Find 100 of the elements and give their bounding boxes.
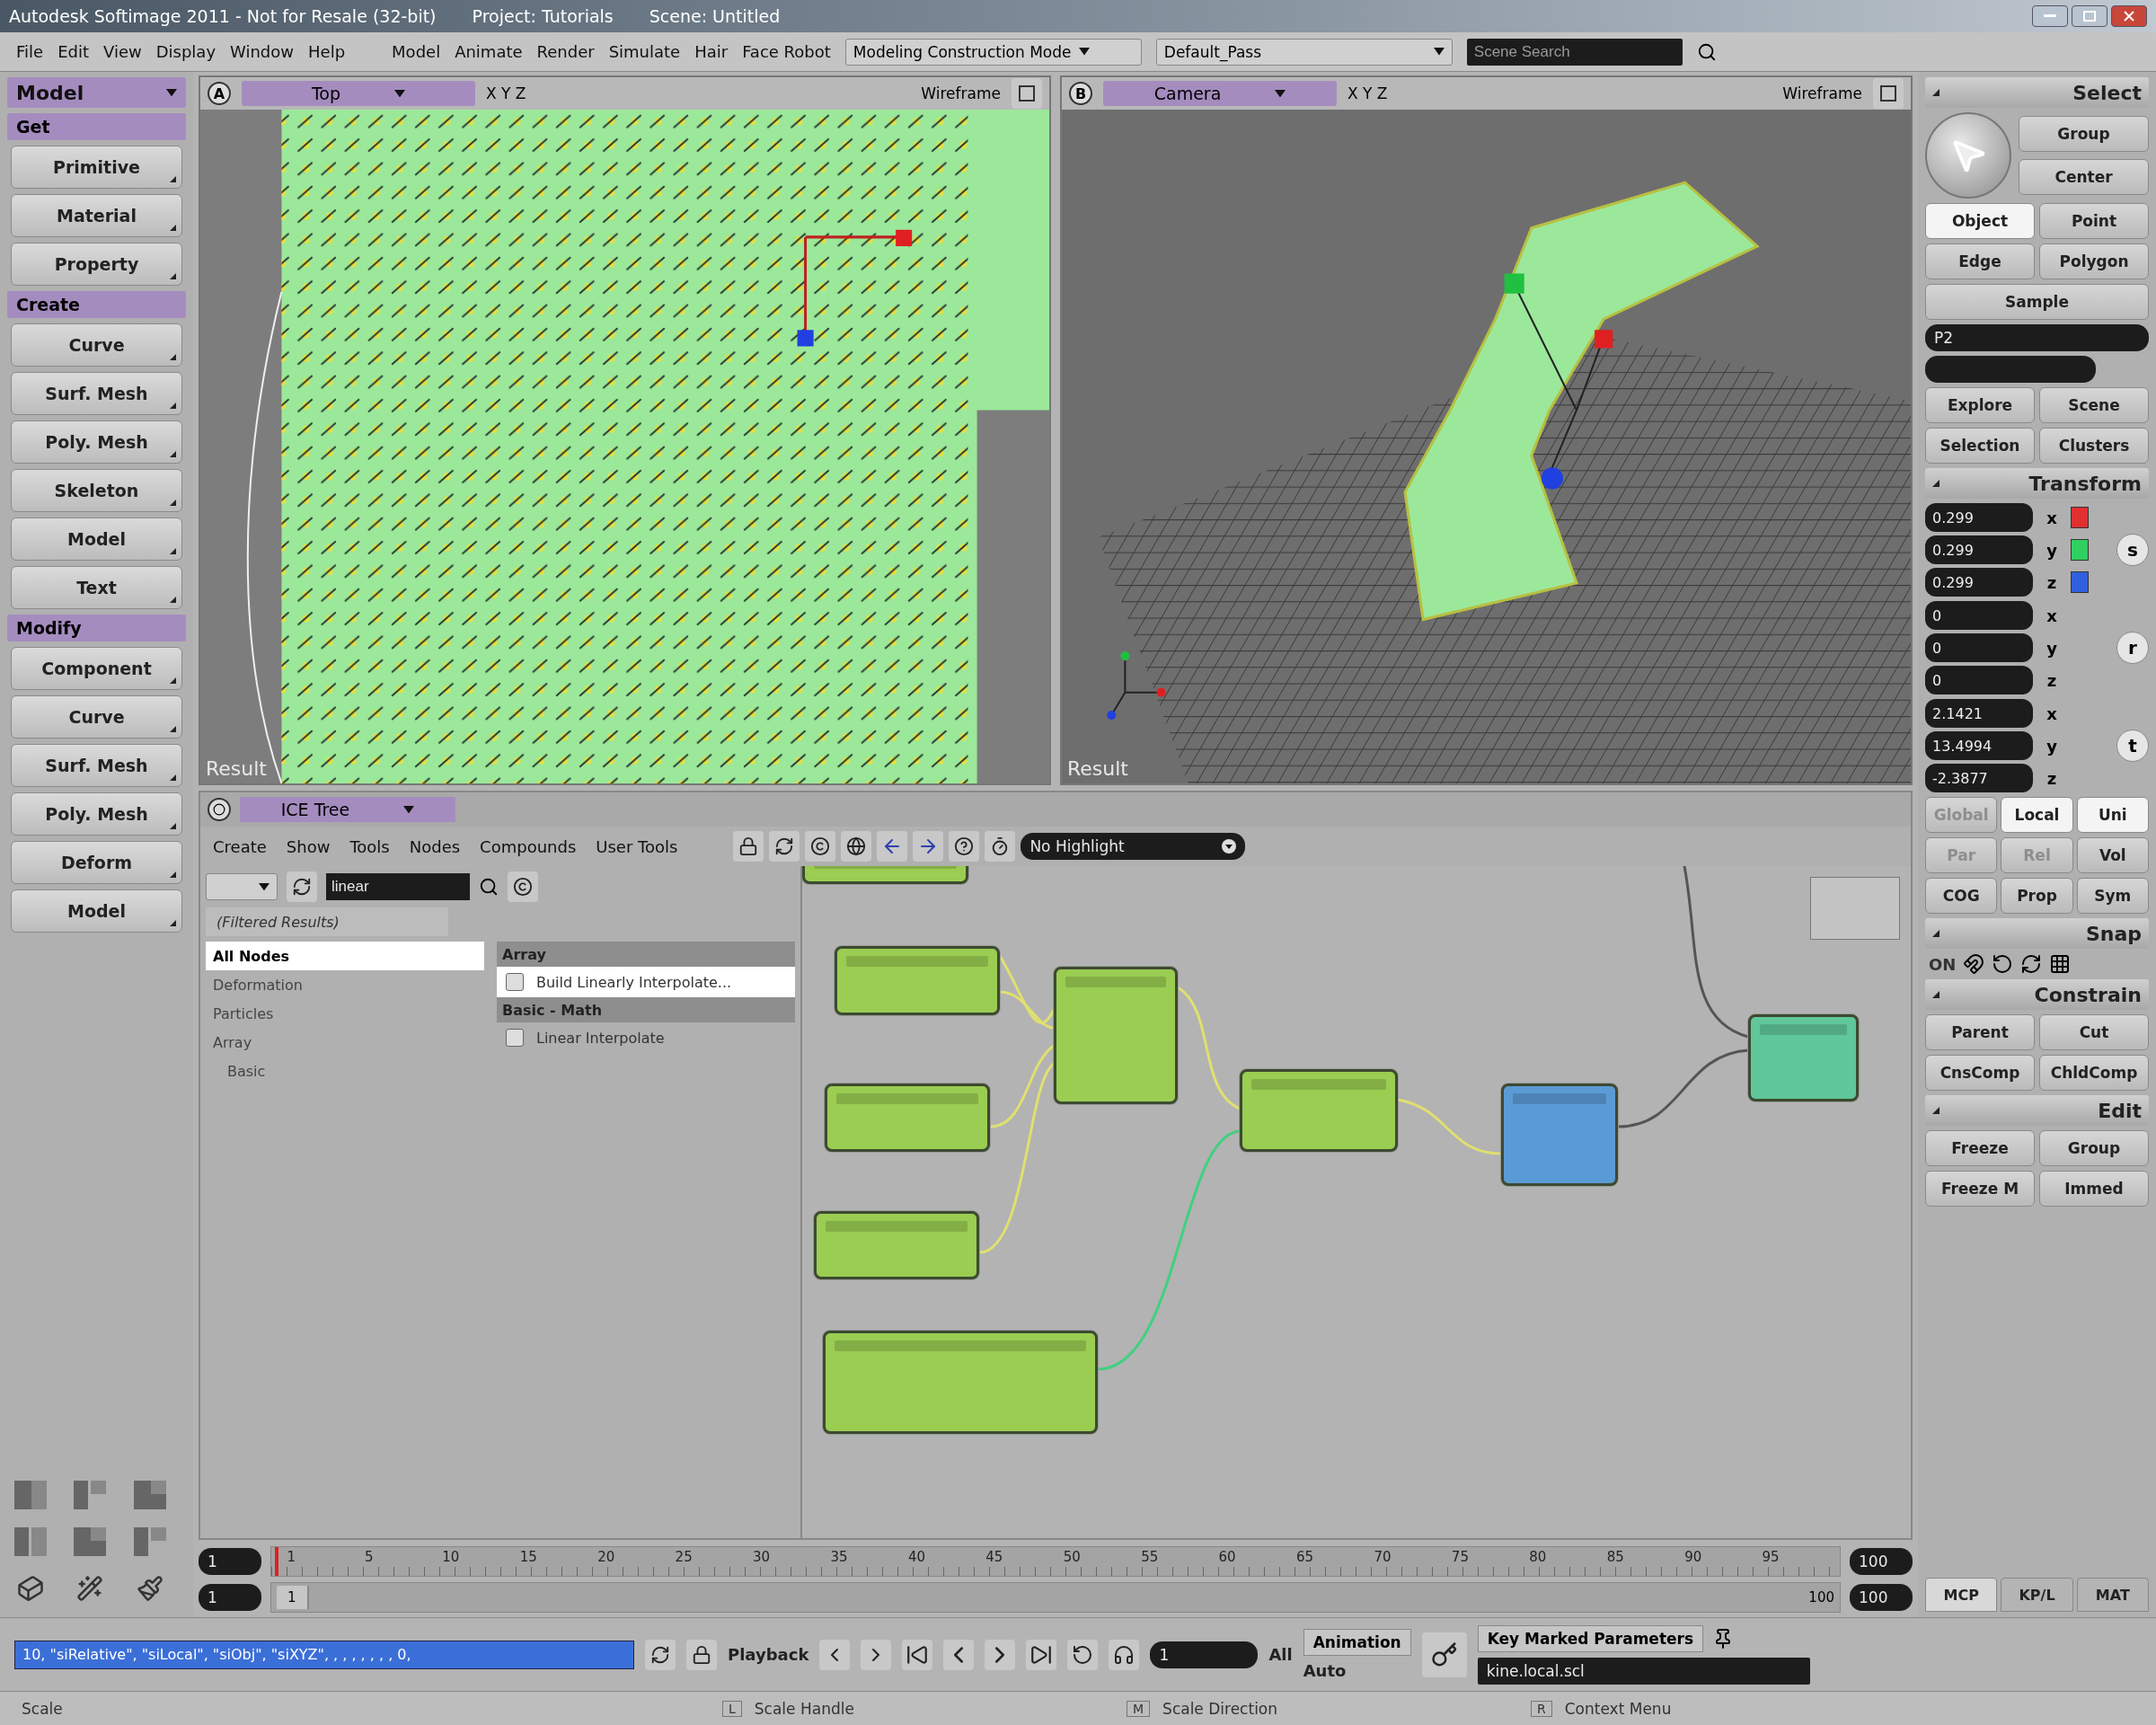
panel-button[interactable]: CnsComp: [1925, 1055, 2035, 1091]
maximize-button[interactable]: [2072, 5, 2107, 27]
caret-icon[interactable]: [1275, 89, 1286, 98]
menu-item[interactable]: Edit: [57, 42, 89, 61]
tool-button[interactable]: Poly. Mesh: [11, 420, 182, 464]
module-dropdown[interactable]: Model: [7, 77, 186, 108]
range-start-field[interactable]: 1: [199, 1584, 261, 1611]
category-item[interactable]: Deformation: [206, 970, 484, 999]
rotate-icon[interactable]: [1992, 953, 2014, 975]
menu-item[interactable]: Hair: [694, 42, 729, 61]
axis-label[interactable]: y: [2038, 733, 2065, 758]
refresh-icon[interactable]: [287, 871, 317, 902]
panel-button[interactable]: Center: [2019, 159, 2149, 195]
caret-icon[interactable]: [259, 882, 270, 891]
panel-button[interactable]: Explore: [1925, 387, 2035, 423]
category-item[interactable]: Array: [206, 1028, 484, 1057]
menu-item[interactable]: Help: [308, 42, 346, 61]
copyright-icon[interactable]: [508, 871, 538, 902]
menu-item[interactable]: Window: [230, 42, 295, 61]
pass-dropdown[interactable]: Default_Pass: [1155, 38, 1453, 66]
view-dropdown[interactable]: Camera: [1103, 81, 1337, 106]
panel-button[interactable]: Sym: [2076, 878, 2149, 914]
caret-icon[interactable]: [1078, 48, 1090, 56]
menu-item[interactable]: Face Robot: [742, 42, 831, 61]
axes-label[interactable]: X Y Z: [1348, 84, 1388, 102]
mode-button[interactable]: Uni: [2076, 797, 2149, 833]
menu-item[interactable]: Nodes: [409, 836, 461, 856]
panel-tab[interactable]: MCP: [1925, 1578, 1998, 1612]
graph-node[interactable]: [1748, 1014, 1859, 1101]
menu-item[interactable]: Render: [536, 42, 595, 61]
step-back-icon[interactable]: [819, 1639, 851, 1670]
panel-dropdown[interactable]: ICE Tree: [240, 797, 455, 822]
selection-name-field[interactable]: P2: [1925, 324, 2149, 351]
filter-field[interactable]: linear: [326, 873, 470, 900]
close-icon[interactable]: [2124, 11, 2134, 22]
menu-item[interactable]: Compounds: [480, 836, 577, 856]
value-field[interactable]: -2.3877: [1925, 764, 2033, 792]
tool-button[interactable]: Component: [11, 647, 182, 690]
filter-dropdown[interactable]: [206, 873, 278, 900]
range-end-field[interactable]: 100: [1850, 1584, 1913, 1611]
highlight-dropdown[interactable]: No Highlight: [1021, 833, 1246, 860]
graph-node[interactable]: [1054, 967, 1178, 1104]
filter-button[interactable]: Object: [1925, 203, 2035, 239]
key-marked-button[interactable]: Key Marked Parameters: [1477, 1624, 1704, 1652]
text-field[interactable]: [1925, 356, 2096, 383]
axis-label[interactable]: y: [2038, 537, 2065, 562]
node-list-item[interactable]: Build Linearly Interpolate...: [497, 967, 795, 997]
view-dropdown[interactable]: Top: [242, 81, 475, 106]
graph-node[interactable]: [814, 1211, 979, 1279]
value-field[interactable]: 13.4994: [1925, 731, 2033, 760]
panel-button[interactable]: Cut: [2039, 1014, 2149, 1050]
start-frame-field[interactable]: 1: [199, 1548, 261, 1575]
panel-button[interactable]: Clusters: [2039, 428, 2149, 464]
display-mode-label[interactable]: Wireframe: [921, 84, 1001, 102]
magnet-icon[interactable]: [1963, 953, 1985, 975]
grid-icon[interactable]: [2049, 953, 2072, 975]
tool-button[interactable]: Material: [11, 194, 182, 237]
graph-node[interactable]: [823, 1331, 1098, 1434]
copyright-icon[interactable]: [805, 831, 836, 862]
tool-button[interactable]: Skeleton: [11, 469, 182, 512]
axis-label[interactable]: y: [2038, 635, 2065, 660]
tool-button[interactable]: Model: [11, 889, 182, 933]
panel-tab[interactable]: KP/L: [2001, 1578, 2073, 1612]
panel-button[interactable]: Sample: [1925, 284, 2149, 320]
panel-button[interactable]: COG: [1925, 878, 1998, 914]
mode-button[interactable]: Local: [2001, 797, 2073, 833]
axes-label[interactable]: X Y Z: [486, 84, 526, 102]
search-icon[interactable]: [479, 877, 499, 897]
menu-item[interactable]: Simulate: [608, 42, 681, 61]
value-field[interactable]: 0: [1925, 666, 2033, 694]
category-item[interactable]: Basic: [206, 1057, 484, 1085]
panel-tab[interactable]: MAT: [2076, 1578, 2149, 1612]
headphones-icon[interactable]: [1109, 1639, 1140, 1670]
play-back-icon[interactable]: [943, 1639, 975, 1670]
panel-button[interactable]: Parent: [1925, 1014, 2035, 1050]
transform-key-button[interactable]: r: [2116, 632, 2149, 664]
tool-button[interactable]: Curve: [11, 323, 182, 367]
tool-button[interactable]: Surf. Mesh: [11, 372, 182, 415]
parameter-field[interactable]: kine.local.scl: [1477, 1657, 1810, 1685]
axis-label[interactable]: x: [2038, 505, 2065, 530]
menu-item[interactable]: Show: [286, 836, 331, 856]
axis-label[interactable]: x: [2038, 701, 2065, 726]
value-field[interactable]: 0: [1925, 601, 2033, 630]
panel-button[interactable]: ChldComp: [2039, 1055, 2149, 1091]
globe-icon[interactable]: [841, 831, 872, 862]
value-field[interactable]: 0.299: [1925, 568, 2033, 597]
tool-button[interactable]: Text: [11, 566, 182, 609]
tool-button[interactable]: Surf. Mesh: [11, 744, 182, 787]
timeline-ruler[interactable]: 1 5 10 15 20 25 30 35 40 45 50 55 60 65 70 75 80 85 90 95: [270, 1546, 1841, 1577]
mode-dropdown[interactable]: Modeling Construction Mode: [844, 38, 1142, 66]
display-mode-label[interactable]: Wireframe: [1782, 84, 1862, 102]
tool-button[interactable]: Primitive: [11, 146, 182, 189]
menu-item[interactable]: User Tools: [596, 836, 678, 856]
axis-label[interactable]: z: [2038, 765, 2065, 791]
minimize-button[interactable]: [2032, 5, 2068, 27]
menu-item[interactable]: View: [103, 42, 142, 61]
skip-forward-icon[interactable]: [1026, 1639, 1057, 1670]
tool-button[interactable]: Model: [11, 518, 182, 561]
category-item[interactable]: Particles: [206, 999, 484, 1028]
menu-item[interactable]: Create: [213, 836, 267, 856]
